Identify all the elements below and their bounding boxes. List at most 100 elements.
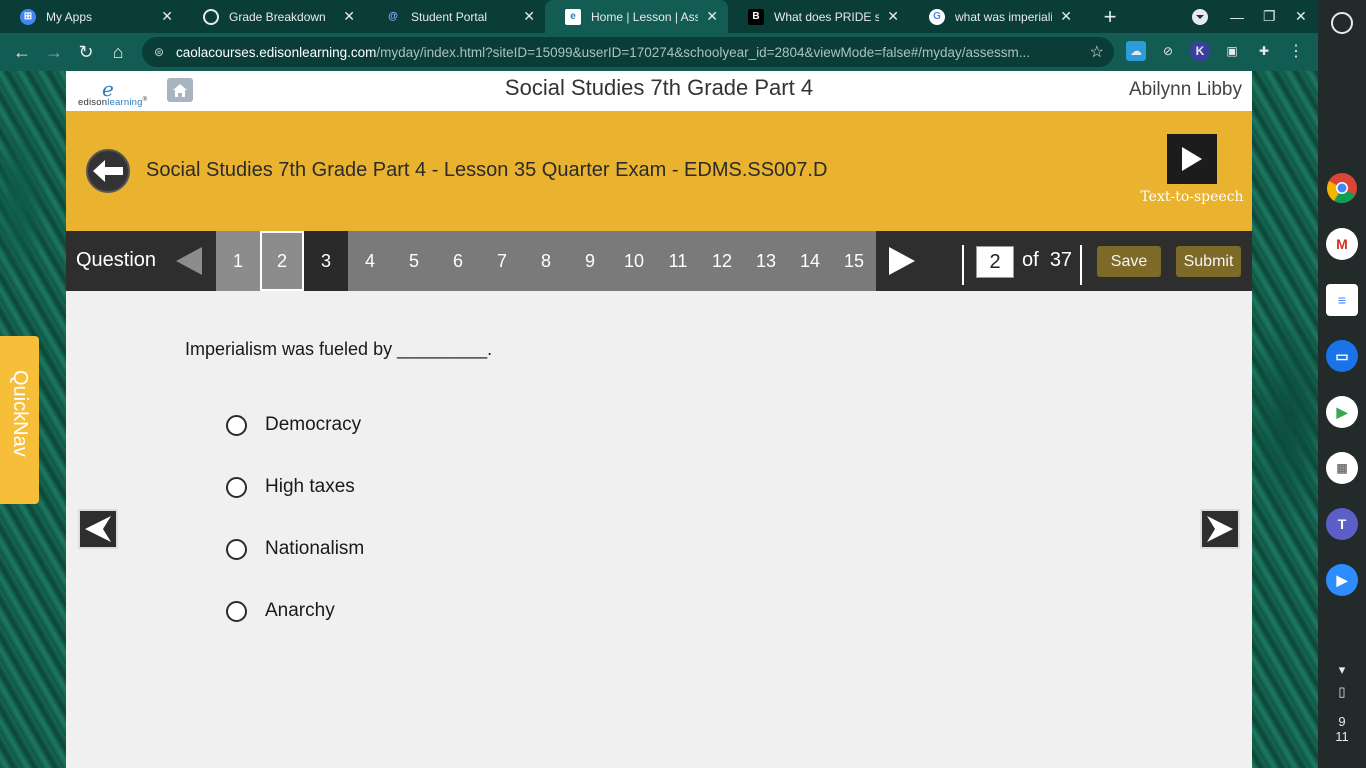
zoom-icon[interactable]: ▶ <box>1326 564 1358 596</box>
close-tab-icon[interactable]: ✕ <box>161 8 173 25</box>
extensions-puzzle-icon[interactable]: ✚ <box>1254 41 1274 61</box>
clock-hour: 9 <box>1338 714 1346 729</box>
question-number[interactable]: 12 <box>700 231 744 291</box>
bookmark-star-icon[interactable]: ☆ <box>1090 42 1104 62</box>
divider <box>1080 245 1082 285</box>
question-number[interactable]: 10 <box>612 231 656 291</box>
radio-button[interactable] <box>226 538 247 560</box>
close-window-icon[interactable]: ✕ <box>1295 0 1307 33</box>
new-tab-button[interactable]: + <box>1096 4 1124 30</box>
globe-icon <box>203 8 219 25</box>
home-button[interactable] <box>167 78 193 102</box>
restore-icon[interactable]: ❐ <box>1263 0 1276 33</box>
k-extension-icon[interactable]: K <box>1190 41 1210 61</box>
browser-tab[interactable]: ⊞ My Apps ✕ <box>0 0 183 33</box>
apps-grid-icon[interactable]: ▦ <box>1326 452 1358 484</box>
answer-label[interactable]: Anarchy <box>265 600 335 622</box>
files-icon[interactable]: ▭ <box>1326 340 1358 372</box>
answer-option[interactable]: Nationalism <box>226 534 364 564</box>
previous-questions-button[interactable] <box>176 247 202 280</box>
edison-logo[interactable]: e edisonlearning® <box>78 77 150 109</box>
submit-button[interactable]: Submit <box>1176 246 1241 277</box>
clock-minute: 11 <box>1335 729 1349 744</box>
launcher-icon[interactable] <box>1331 12 1353 34</box>
question-number[interactable]: 13 <box>744 231 788 291</box>
site-info-icon[interactable]: ⊜ <box>154 45 168 59</box>
question-label: Question <box>76 249 157 271</box>
question-number[interactable]: 1 <box>216 231 260 291</box>
question-total: of 37 <box>1022 249 1073 271</box>
question-number[interactable]: 11 <box>656 231 700 291</box>
battery-icon: ▯ <box>1338 684 1346 699</box>
chrome-icon[interactable] <box>1326 172 1358 204</box>
reader-extension-icon[interactable]: ⊘ <box>1158 41 1178 61</box>
docs-icon[interactable]: ≡ <box>1326 284 1358 316</box>
close-tab-icon[interactable]: ✕ <box>343 8 355 25</box>
status-tray[interactable]: ▾ ▯ 9 11 <box>1318 648 1366 768</box>
previous-question-button[interactable] <box>78 509 118 549</box>
cast-extension-icon[interactable]: ▣ <box>1222 41 1242 61</box>
teams-icon[interactable]: T <box>1326 508 1358 540</box>
browser-tab[interactable]: Grade Breakdown ✕ <box>183 0 365 33</box>
save-button[interactable]: Save <box>1097 246 1161 277</box>
question-number[interactable]: 4 <box>348 231 392 291</box>
minimize-icon[interactable]: — <box>1230 0 1244 33</box>
close-tab-icon[interactable]: ✕ <box>1060 8 1072 25</box>
course-title: Social Studies 7th Grade Part 4 <box>504 75 814 100</box>
page-header: e edisonlearning® Social Studies 7th Gra… <box>66 71 1252 111</box>
answer-option[interactable]: High taxes <box>226 472 355 502</box>
radio-button[interactable] <box>226 476 247 498</box>
browser-tab[interactable]: B What does PRIDE star ✕ <box>728 0 909 33</box>
google-icon: G <box>929 8 945 25</box>
arrow-left-icon <box>85 516 111 542</box>
arrow-left-icon <box>93 160 123 182</box>
answer-label[interactable]: High taxes <box>265 476 355 498</box>
answer-option[interactable]: Anarchy <box>226 596 335 626</box>
close-tab-icon[interactable]: ✕ <box>887 8 899 25</box>
back-button[interactable] <box>86 149 130 193</box>
browser-tab[interactable]: G what was imperialism ✕ <box>909 0 1082 33</box>
question-number[interactable]: 3 <box>304 231 348 291</box>
home-icon[interactable]: ⌂ <box>102 36 134 68</box>
cloud-extension-icon[interactable]: ☁ <box>1126 41 1146 61</box>
close-tab-icon[interactable]: ✕ <box>706 8 718 25</box>
browser-tab-strip: ⊞ My Apps ✕ Grade Breakdown ✕ @ Student … <box>0 0 1318 33</box>
question-number[interactable]: 5 <box>392 231 436 291</box>
question-number[interactable]: 14 <box>788 231 832 291</box>
answer-option[interactable]: Democracy <box>226 410 361 440</box>
close-tab-icon[interactable]: ✕ <box>523 8 535 25</box>
question-number-list: 1 2 3 4 5 6 7 8 9 10 11 12 13 14 15 <box>216 231 876 291</box>
next-question-button[interactable] <box>1200 509 1240 549</box>
browser-tab-active[interactable]: e Home | Lesson | Asse ✕ <box>545 0 728 33</box>
os-shelf: M ≡ ▭ ▶ ▦ T ▶ ▾ ▯ 9 11 <box>1318 0 1366 768</box>
radio-button[interactable] <box>226 414 247 436</box>
text-to-speech-label: Text-to-speech <box>1140 189 1244 205</box>
edison-icon: e <box>565 8 581 25</box>
lesson-title: Social Studies 7th Grade Part 4 - Lesson… <box>146 159 828 181</box>
tab-search-icon[interactable] <box>1191 0 1209 33</box>
question-number-current[interactable]: 2 <box>260 231 304 291</box>
triangle-left-icon <box>176 247 202 275</box>
browser-tab[interactable]: @ Student Portal ✕ <box>365 0 545 33</box>
question-number[interactable]: 9 <box>568 231 612 291</box>
forward-icon[interactable]: → <box>38 36 70 68</box>
next-questions-button[interactable] <box>889 247 915 280</box>
text-to-speech-button[interactable] <box>1167 134 1217 184</box>
answer-label[interactable]: Nationalism <box>265 538 364 560</box>
question-number[interactable]: 8 <box>524 231 568 291</box>
question-number[interactable]: 15 <box>832 231 876 291</box>
play-store-icon[interactable]: ▶ <box>1326 396 1358 428</box>
radio-button[interactable] <box>226 600 247 622</box>
quicknav-tab[interactable]: QuickNav <box>0 336 39 504</box>
question-number-input[interactable] <box>976 246 1014 278</box>
question-number[interactable]: 7 <box>480 231 524 291</box>
question-navigator: Question 1 2 3 4 5 6 7 8 9 10 11 12 13 1… <box>66 231 1252 291</box>
reload-icon[interactable]: ↻ <box>70 36 102 68</box>
menu-icon[interactable]: ⋮ <box>1286 41 1306 61</box>
play-icon <box>1182 147 1202 171</box>
question-number[interactable]: 6 <box>436 231 480 291</box>
address-bar[interactable]: ⊜ caolacourses.edisonlearning.com/myday/… <box>142 37 1114 67</box>
answer-label[interactable]: Democracy <box>265 414 361 436</box>
back-icon[interactable]: ← <box>6 36 38 68</box>
gmail-icon[interactable]: M <box>1326 228 1358 260</box>
